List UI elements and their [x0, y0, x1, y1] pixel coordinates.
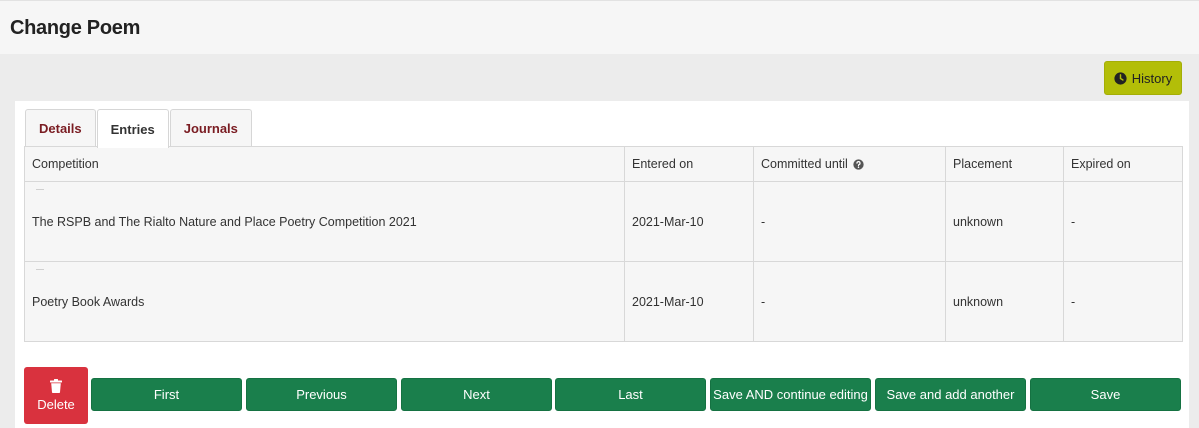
column-header-placement: Placement — [945, 147, 1063, 181]
clock-icon — [1114, 71, 1127, 85]
tab-bar: Details Entries Journals — [25, 109, 253, 148]
last-button[interactable]: Last — [555, 378, 706, 411]
table-header-row: Competition Entered on Committed until P… — [25, 147, 1182, 182]
save-and-add-another-button[interactable]: Save and add another — [875, 378, 1026, 411]
entries-table: Competition Entered on Committed until P… — [24, 146, 1183, 342]
column-header-entered-on: Entered on — [624, 147, 753, 181]
row-handle-icon — [36, 269, 44, 270]
competition-name: Poetry Book Awards — [32, 294, 145, 309]
table-row: The RSPB and The Rialto Nature and Place… — [25, 182, 1182, 262]
tab-journals[interactable]: Journals — [169, 109, 252, 147]
column-header-committed-until: Committed until — [753, 147, 945, 181]
cell-expired-on: - — [1063, 182, 1184, 261]
cell-placement: unknown — [945, 262, 1063, 341]
cell-committed-until: - — [753, 182, 945, 261]
column-header-committed-until-label: Committed until — [761, 157, 848, 171]
competition-name: The RSPB and The Rialto Nature and Place… — [32, 214, 417, 229]
page-header: Change Poem — [0, 0, 1199, 54]
cell-entered-on: 2021-Mar-10 — [624, 182, 753, 261]
delete-label: Delete — [37, 397, 75, 412]
delete-button[interactable]: Delete — [24, 367, 88, 424]
save-and-continue-button[interactable]: Save AND continue editing — [710, 378, 871, 411]
row-handle-icon — [36, 189, 44, 190]
trash-icon — [50, 379, 62, 393]
history-label: History — [1131, 70, 1173, 86]
tab-entries[interactable]: Entries — [96, 109, 169, 148]
history-button[interactable]: History — [1104, 61, 1182, 95]
next-button[interactable]: Next — [401, 378, 552, 411]
previous-button[interactable]: Previous — [246, 378, 397, 411]
save-button[interactable]: Save — [1030, 378, 1181, 411]
tab-details[interactable]: Details — [25, 109, 96, 147]
column-header-expired-on: Expired on — [1063, 147, 1184, 181]
column-header-competition: Competition — [32, 157, 99, 171]
cell-entered-on: 2021-Mar-10 — [624, 262, 753, 341]
help-icon[interactable] — [853, 158, 864, 170]
page-title: Change Poem — [10, 17, 141, 39]
cell-expired-on: - — [1063, 262, 1184, 341]
cell-placement: unknown — [945, 182, 1063, 261]
cell-competition: The RSPB and The Rialto Nature and Place… — [25, 182, 624, 261]
cell-competition: Poetry Book Awards — [25, 262, 624, 341]
table-row: Poetry Book Awards 2021-Mar-10 - unknown… — [25, 262, 1182, 341]
cell-committed-until: - — [753, 262, 945, 341]
content-panel: Details Entries Journals Competition Ent… — [15, 101, 1189, 428]
first-button[interactable]: First — [91, 378, 242, 411]
